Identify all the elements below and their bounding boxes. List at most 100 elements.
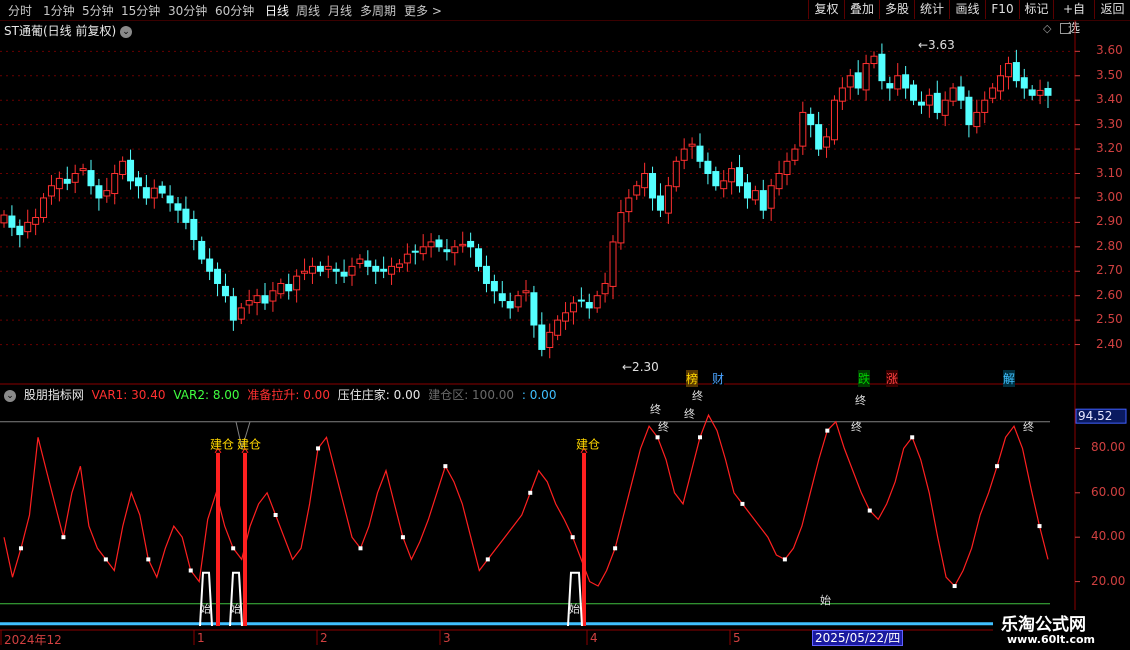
candle-body [751,190,759,201]
var1-marker [995,464,1000,469]
candle-body [0,214,8,224]
indicator-axis-label: 60.00 [1091,484,1126,499]
candle-body [894,75,902,90]
candle-body [649,173,657,199]
candle-body [142,187,150,199]
candle-body [198,240,206,260]
var1-marker [867,508,872,513]
event-tag-3[interactable]: 涨 [886,370,899,387]
candle-body [775,173,783,190]
candle-body [16,225,24,236]
candle-body [997,75,1005,92]
var1-marker [782,557,787,562]
candle-body [538,324,546,350]
event-tag-2[interactable]: 跌 [858,370,871,387]
candle-body [1004,63,1012,78]
indicator-name[interactable]: 股朋指标网 [24,388,84,402]
candle-body [475,248,483,267]
candle-body [24,221,32,233]
candle-body [886,83,894,89]
price-axis-label: 2.70 [1096,263,1123,278]
var1-marker [528,490,533,495]
candle-body [324,265,332,270]
candle-body [459,243,467,247]
candle-body [166,195,174,204]
candle-body [174,203,182,211]
candle-body [419,246,427,255]
candle-body [182,208,190,223]
var1-marker [910,435,915,440]
candle-body [862,63,870,91]
candle-body [1020,77,1028,89]
candle-body [704,160,712,175]
end-label: 终 [692,389,703,403]
candle-body [625,197,633,213]
build-spike [582,452,586,626]
var1-marker [698,435,702,440]
price-axis-label: 3.00 [1096,189,1123,204]
event-tag-0[interactable]: 榜 [686,370,699,387]
candle-body [435,239,443,248]
candle-body [1028,89,1036,96]
candle-body [498,293,506,302]
candle-body [55,177,63,190]
candle-body [585,302,593,309]
white-peak [199,571,213,627]
candle-body [981,99,989,113]
end-label: 终 [658,420,669,434]
candle-body [451,246,459,254]
candle-body [443,249,451,253]
candle-body [380,268,388,272]
candle-body [427,241,435,248]
candle-body [949,87,957,102]
start-label: 始 [569,602,580,616]
jiancang-value: 建仓区: 100.00 [428,388,515,402]
candle-body [696,145,704,162]
candle-body [530,292,538,326]
var1-marker [825,428,830,433]
start-label: 始 [200,602,211,616]
candle-body [467,240,475,248]
var1-marker [273,513,278,517]
build-label: 建仓 [576,437,600,451]
chart-canvas[interactable]: ←3.63←2.3094.52建仓 建仓 建仓始始始始终终终终 终终终 [0,0,1130,650]
end-label: 终 [684,406,695,420]
candle-body [253,295,261,304]
candle-body [63,178,71,184]
date-label: 4 [590,631,598,645]
candle-body [870,55,878,65]
price-axis-label: 3.40 [1096,92,1123,107]
candle-body [150,187,158,199]
date-label: 3 [443,631,451,645]
candle-body [87,170,95,187]
date-label: 2024年12 [4,633,62,647]
candle-body [664,185,672,214]
var1-marker [18,546,23,551]
candle-body [356,258,364,264]
event-tag-4[interactable]: 解 [1003,370,1016,387]
candle-body [925,94,933,106]
candle-body [71,173,79,183]
candle-body [95,185,103,199]
price-axis-label: 3.60 [1096,43,1123,58]
candle-body [348,265,356,276]
var1-marker [61,535,66,540]
indicator-header: ⌄ 股朋指标网 VAR1: 30.40 VAR2: 8.00 准备拉升: 0.0… [4,386,560,403]
candle-body [40,197,48,218]
candle-body [641,173,649,189]
candle-body [799,111,807,147]
indicator-axis-label: 40.00 [1091,529,1126,544]
candle-body [301,270,309,274]
event-tag-1[interactable]: 财 [712,370,725,387]
var1-line [3,413,1049,588]
candle-body [910,84,918,101]
last-value: : 0.00 [521,388,557,402]
candle-body [316,265,324,272]
var1-marker [358,546,363,551]
candle-body [340,271,348,277]
yazhu-value: 压住庄家: 0.00 [337,388,421,402]
candle-body [973,111,981,128]
chevron-down-icon[interactable]: ⌄ [4,389,16,402]
candle-body [237,307,245,320]
price-axis-label: 3.20 [1096,141,1123,156]
